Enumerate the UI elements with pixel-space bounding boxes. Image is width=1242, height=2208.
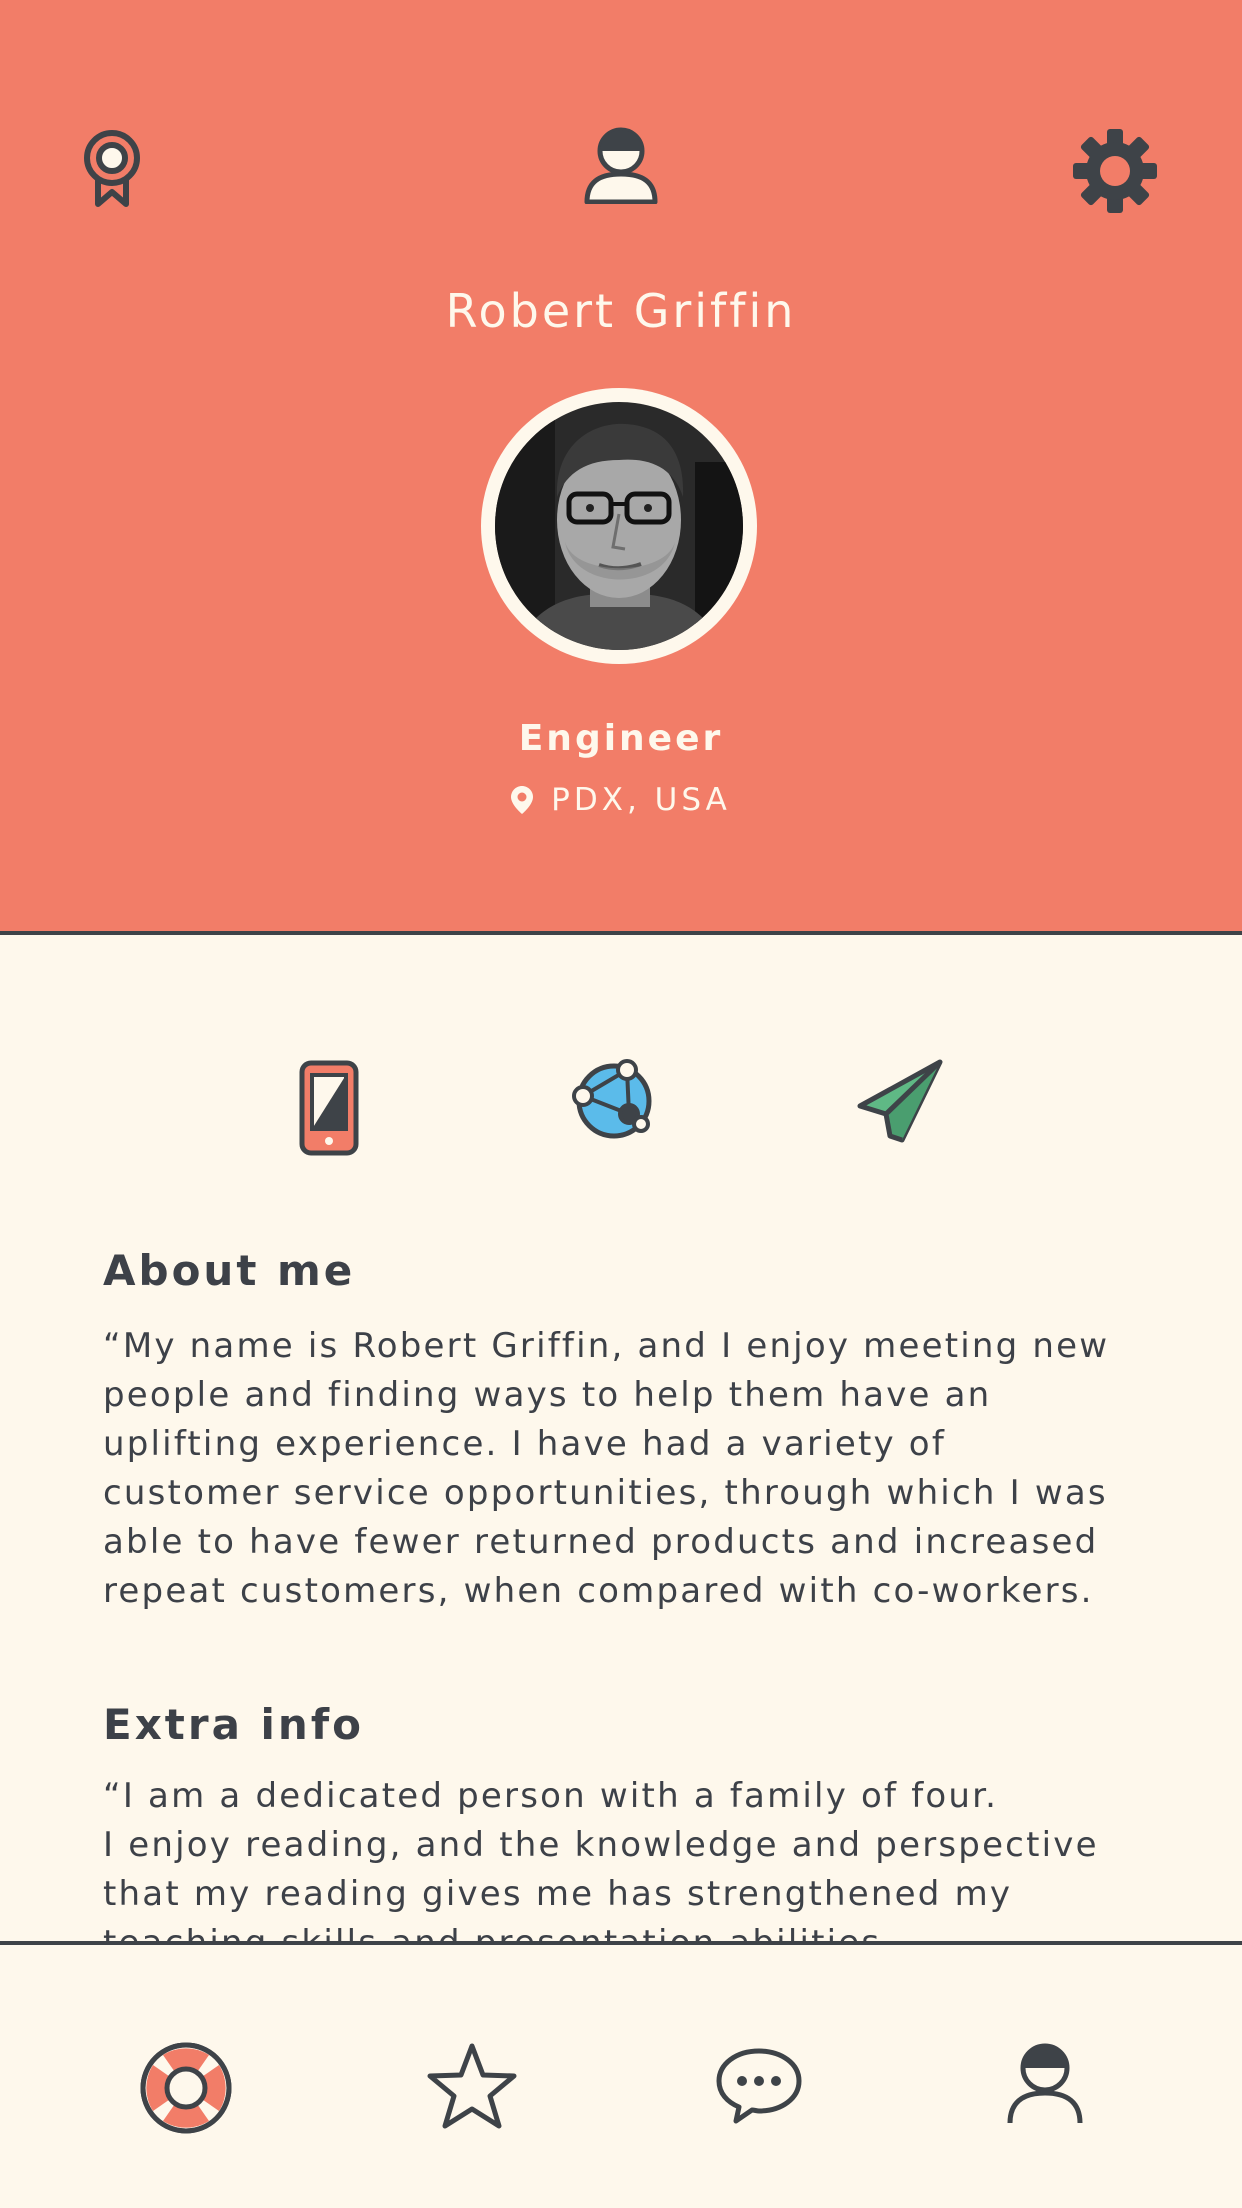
about-title: About me [103,1246,356,1295]
profile-photo [495,402,743,650]
profile-content[interactable]: About me “My name is Robert Griffin, and… [0,1180,1242,1942]
gear-icon[interactable] [1072,128,1158,214]
contact-actions [0,1056,1242,1166]
profile-name: Robert Griffin [445,284,797,338]
tab-bar [0,1941,1242,2208]
about-body: “My name is Robert Griffin, and I enjoy … [103,1326,1110,1611]
extra-body: “I am a dedicated person with a family o… [103,1776,1099,1942]
lifebuoy-icon[interactable] [139,2041,233,2135]
star-icon[interactable] [425,2041,519,2131]
job-title: Engineer [518,718,724,759]
location: PDX, USA [0,782,1242,818]
profile-header: Robert Griffin Engineer PDX, USA [0,0,1242,935]
location-text: PDX, USA [551,782,731,818]
user-tab-icon[interactable] [1005,2041,1085,2125]
location-pin-icon [511,786,534,814]
avatar[interactable] [481,388,757,664]
user-icon[interactable] [581,124,661,204]
network-globe-icon[interactable] [571,1058,657,1144]
award-ribbon-icon[interactable] [82,128,142,208]
extra-title: Extra info [103,1700,364,1749]
paper-plane-icon[interactable] [856,1058,944,1146]
chat-bubble-icon[interactable] [714,2045,804,2125]
phone-icon[interactable] [299,1060,359,1156]
